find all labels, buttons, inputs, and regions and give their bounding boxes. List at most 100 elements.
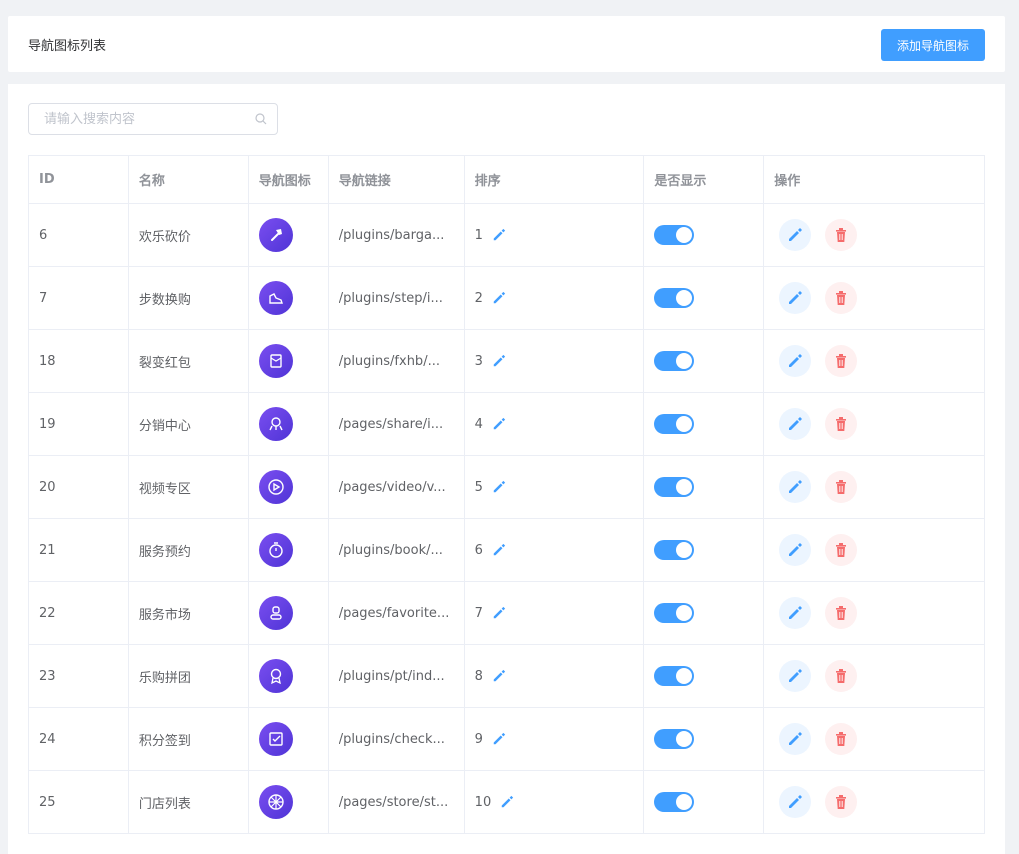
cell-link: /plugins/book/... <box>327 518 465 582</box>
edit-sort-pencil-icon[interactable] <box>492 228 506 242</box>
edit-sort-pencil-icon[interactable] <box>492 480 506 494</box>
edit-button[interactable] <box>779 345 812 377</box>
edit-button[interactable] <box>779 597 812 629</box>
cell-link: /plugins/pt/ind... <box>327 644 465 708</box>
edit-sort-pencil-icon[interactable] <box>492 606 506 620</box>
edit-sort-pencil-icon[interactable] <box>492 291 506 305</box>
show-toggle-switch[interactable] <box>654 603 695 623</box>
add-nav-icon-button[interactable]: 添加导航图标 <box>881 29 985 61</box>
column-header-id: ID <box>28 155 129 204</box>
search-icon[interactable] <box>255 113 267 125</box>
cell-actions <box>763 644 985 708</box>
cell-sort: 5 <box>463 455 645 519</box>
show-toggle-switch[interactable] <box>654 792 695 812</box>
show-toggle-switch[interactable] <box>654 477 695 497</box>
edit-button[interactable] <box>779 660 812 692</box>
cell-icon <box>247 266 329 330</box>
table-row: 20 视频专区 /pages/video/v... 5 <box>28 455 985 519</box>
show-toggle-switch[interactable] <box>654 288 695 308</box>
show-toggle-switch[interactable] <box>654 225 695 245</box>
cell-icon <box>247 770 329 834</box>
cell-id: 6 <box>28 203 129 267</box>
cell-sort: 4 <box>463 392 645 456</box>
delete-button[interactable] <box>825 282 858 314</box>
edit-sort-pencil-icon[interactable] <box>492 543 506 557</box>
nav-icon-badge <box>258 470 293 504</box>
column-header-sort: 排序 <box>463 155 645 204</box>
delete-button[interactable] <box>825 723 858 755</box>
show-toggle-switch[interactable] <box>654 351 695 371</box>
show-toggle-switch[interactable] <box>654 414 695 434</box>
cell-sort: 9 <box>463 707 645 771</box>
delete-button[interactable] <box>825 219 858 251</box>
edit-sort-pencil-icon[interactable] <box>492 354 506 368</box>
search-input[interactable] <box>29 104 249 134</box>
cell-show <box>643 644 765 708</box>
cell-sort: 10 <box>463 770 645 834</box>
sort-value: 6 <box>474 542 483 558</box>
edit-button[interactable] <box>779 723 812 755</box>
edit-button[interactable] <box>779 219 812 251</box>
trash-icon <box>836 417 847 431</box>
cell-show <box>643 770 765 834</box>
delete-button[interactable] <box>825 345 858 377</box>
delete-button[interactable] <box>825 408 858 440</box>
show-toggle-switch[interactable] <box>654 729 695 749</box>
edit-sort-pencil-icon[interactable] <box>492 669 506 683</box>
delete-button[interactable] <box>825 471 858 503</box>
sort-value: 9 <box>474 731 483 747</box>
nav-icon-badge <box>258 722 293 756</box>
share-network-icon <box>269 417 283 431</box>
play-icon <box>268 479 284 495</box>
cell-actions <box>763 329 985 393</box>
checkbox-icon <box>269 732 283 746</box>
edit-sort-pencil-icon[interactable] <box>500 795 514 809</box>
trash-icon <box>836 228 847 242</box>
nav-link-text: /pages/video/v... <box>338 479 446 495</box>
user-badge-icon <box>270 606 282 620</box>
table-row: 22 服务市场 /pages/favorite... 7 <box>28 581 985 645</box>
cell-show <box>643 203 765 267</box>
nav-link-text: /plugins/fxhb/... <box>338 353 440 369</box>
edit-button[interactable] <box>779 534 812 566</box>
table-row: 21 服务预约 /plugins/book/... 6 <box>28 518 985 582</box>
cell-name: 裂变红包 <box>127 329 249 393</box>
show-toggle-switch[interactable] <box>654 666 695 686</box>
nav-link-text: /plugins/barga... <box>338 227 445 243</box>
edit-sort-pencil-icon[interactable] <box>492 732 506 746</box>
nav-link-text: /plugins/check... <box>338 731 445 747</box>
cell-name: 视频专区 <box>127 455 249 519</box>
delete-button[interactable] <box>825 786 858 818</box>
edit-pencil-icon <box>789 354 803 367</box>
cell-name: 服务市场 <box>127 581 249 645</box>
cell-link: /pages/share/i... <box>327 392 465 456</box>
edit-button[interactable] <box>779 408 812 440</box>
cell-link: /plugins/barga... <box>327 203 465 267</box>
delete-button[interactable] <box>825 660 858 692</box>
edit-sort-pencil-icon[interactable] <box>492 417 506 431</box>
trash-icon <box>836 291 847 305</box>
trash-icon <box>836 795 847 809</box>
sneaker-icon <box>269 293 283 304</box>
column-header-link: 导航链接 <box>327 155 465 204</box>
cell-show <box>643 455 765 519</box>
cell-sort: 1 <box>463 203 645 267</box>
delete-button[interactable] <box>825 597 858 629</box>
edit-button[interactable] <box>779 786 812 818</box>
cell-icon <box>247 644 329 708</box>
sort-value: 2 <box>474 290 483 306</box>
cell-icon <box>247 581 329 645</box>
cell-actions <box>763 266 985 330</box>
edit-button[interactable] <box>779 282 812 314</box>
cell-actions <box>763 707 985 771</box>
show-toggle-switch[interactable] <box>654 540 695 560</box>
edit-pencil-icon <box>789 669 803 682</box>
edit-button[interactable] <box>779 471 812 503</box>
delete-button[interactable] <box>825 534 858 566</box>
cell-actions <box>763 770 985 834</box>
cell-sort: 7 <box>463 581 645 645</box>
nav-link-text: /pages/store/st... <box>338 794 449 810</box>
table-row: 19 分销中心 /pages/share/i... 4 <box>28 392 985 456</box>
cell-name: 欢乐砍价 <box>127 203 249 267</box>
nav-icon-badge <box>258 344 293 378</box>
